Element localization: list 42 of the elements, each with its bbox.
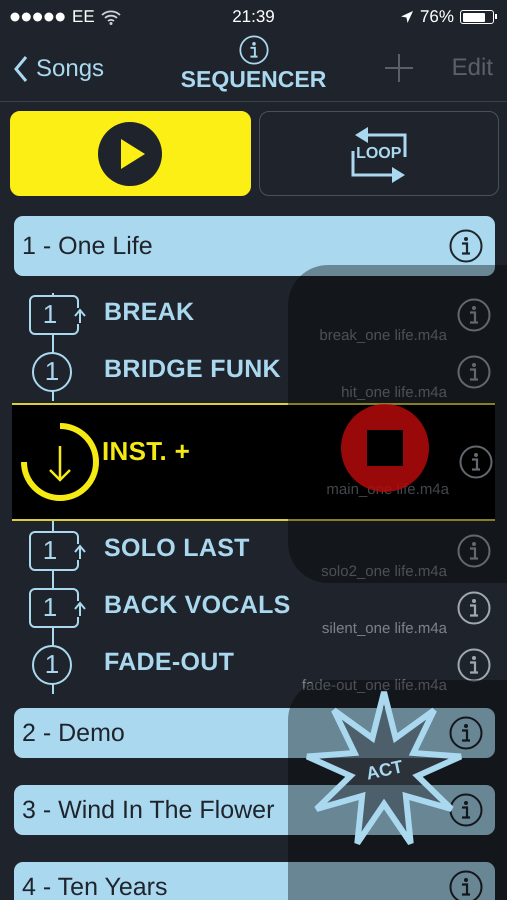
part-name: BRIDGE FUNK [104,355,281,384]
song-title: 1 - One Life [22,232,154,260]
loop-button[interactable]: LOOP [258,111,499,196]
file-name: hit_one life.m4a [341,384,447,401]
file-name: fade-out_one life.m4a [302,677,447,694]
wifi-icon [100,10,121,24]
file-name: main_one life.m4a [326,481,449,498]
info-icon[interactable] [457,590,491,624]
play-button[interactable] [10,111,250,196]
part-name: FADE-OUT [104,648,234,677]
battery-icon [460,10,494,24]
song-header[interactable]: 4 - Ten Years [14,862,495,900]
info-icon[interactable] [449,229,483,263]
download-progress-icon [20,422,100,502]
song-title: 3 - Wind In The Flower [22,796,276,824]
signal-icon [10,12,66,22]
play-count-icon: 1 [32,644,72,684]
screen-title: SEQUENCER [180,66,326,93]
carrier-name: EE [72,7,95,27]
part-name: SOLO LAST [104,534,250,563]
song-header[interactable]: 3 - Wind In The Flower [14,785,495,835]
chevron-left-icon [14,54,28,82]
info-icon[interactable] [449,716,483,750]
song-header[interactable]: 2 - Demo [14,708,495,758]
info-icon[interactable] [457,648,491,682]
info-icon[interactable] [449,870,483,900]
play-count-icon: 1 [32,352,72,392]
info-icon[interactable] [449,793,483,827]
file-name: silent_one life.m4a [322,620,447,637]
song-title: 4 - Ten Years [22,872,168,900]
song-header[interactable]: 1 - One Life [14,216,495,276]
back-button[interactable]: Songs [14,54,104,82]
song-title: 2 - Demo [22,718,126,748]
location-arrow-icon [400,10,414,24]
file-name: solo2_one life.m4a [321,563,447,580]
file-name: break_one life.m4a [319,327,447,344]
part-name: INST. + [102,436,190,467]
play-icon [97,120,164,186]
part-name: BACK VOCALS [104,591,291,620]
part-name: BREAK [104,298,194,327]
battery-percent: 76% [420,7,454,27]
clock-time: 21:39 [232,7,275,26]
